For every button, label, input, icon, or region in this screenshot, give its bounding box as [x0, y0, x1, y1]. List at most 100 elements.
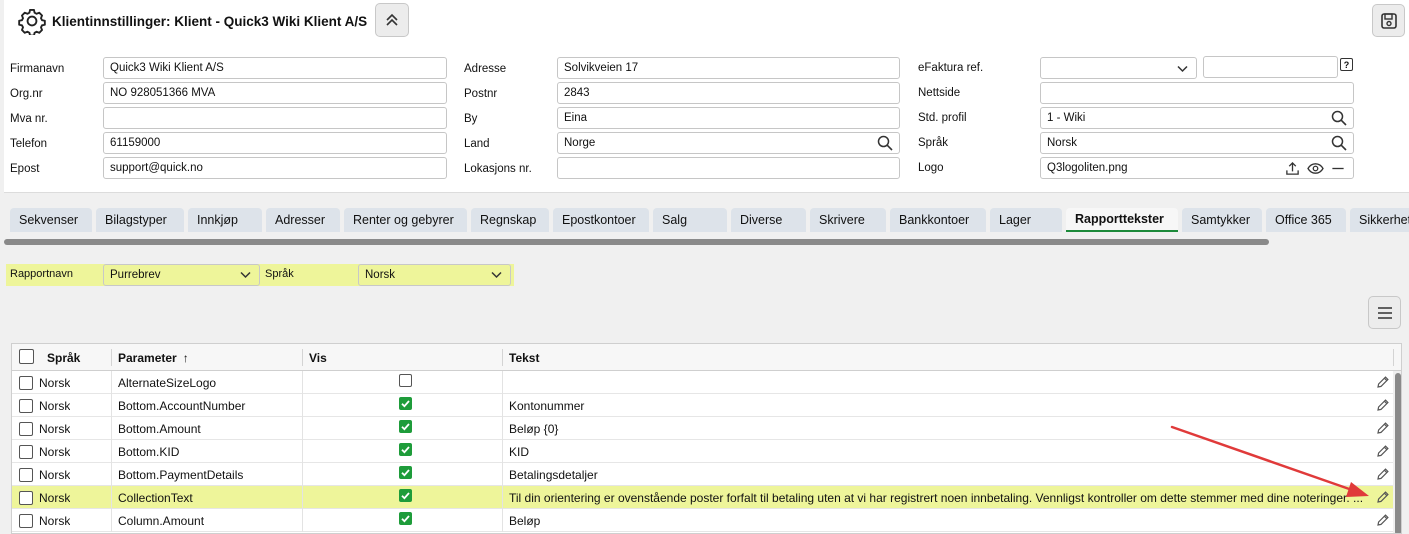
- row-text: Beløp {0}: [509, 421, 559, 436]
- vis-checkbox[interactable]: [399, 374, 412, 387]
- tab-sikkerhet[interactable]: Sikkerhet: [1350, 208, 1409, 232]
- tab-regnskap[interactable]: Regnskap: [471, 208, 549, 232]
- by-input[interactable]: Eina: [557, 107, 900, 129]
- vis-checkbox[interactable]: [399, 466, 412, 479]
- chevron-down-icon: [491, 271, 502, 279]
- efaktura-select[interactable]: [1040, 57, 1197, 79]
- pencil-edit-icon[interactable]: [1376, 490, 1390, 504]
- table-row[interactable]: Norsk Bottom.Amount Beløp {0}: [12, 417, 1393, 440]
- telefon-input[interactable]: 61159000: [103, 132, 447, 154]
- search-icon[interactable]: [1331, 135, 1347, 151]
- tab-sekvenser[interactable]: Sekvenser: [10, 208, 92, 232]
- tab-renter-og-gebyrer[interactable]: Renter og gebyrer: [344, 208, 467, 232]
- gear-icon: [18, 8, 46, 35]
- scrollbar-thumb[interactable]: [1395, 373, 1401, 533]
- logo-input[interactable]: Q3logoliten.png: [1040, 157, 1354, 179]
- search-icon[interactable]: [1331, 110, 1347, 126]
- table-row[interactable]: Norsk Bottom.AccountNumber Kontonummer: [12, 394, 1393, 417]
- column-header-sprak[interactable]: Språk: [47, 344, 80, 371]
- grid-vertical-scrollbar[interactable]: [1393, 371, 1401, 533]
- postnr-input[interactable]: 2843: [557, 82, 900, 104]
- table-row[interactable]: Norsk CollectionText Til din orientering e…: [12, 486, 1393, 509]
- column-separator: [1393, 349, 1394, 366]
- row-language: Norsk: [39, 421, 71, 436]
- upload-icon[interactable]: [1285, 161, 1300, 176]
- nettside-input[interactable]: [1040, 82, 1354, 104]
- tab-rapporttekster[interactable]: Rapporttekster: [1066, 208, 1178, 232]
- pencil-edit-icon[interactable]: [1376, 467, 1390, 481]
- checkmark-icon: [401, 446, 410, 454]
- nettside-label: Nettside: [918, 87, 961, 99]
- table-row[interactable]: Norsk Bottom.KID KID: [12, 440, 1393, 463]
- row-checkbox[interactable]: [19, 422, 33, 436]
- efaktura-ref-input[interactable]: [1203, 56, 1338, 78]
- vis-checkbox[interactable]: [399, 420, 412, 433]
- tab-skrivere[interactable]: Skrivere: [810, 208, 886, 232]
- tabs-horizontal-scrollbar[interactable]: [4, 239, 1269, 245]
- mvanr-input[interactable]: [103, 107, 447, 129]
- land-input[interactable]: Norge: [557, 132, 900, 154]
- std-profil-input[interactable]: 1 - Wiki: [1040, 107, 1354, 129]
- chevron-down-icon: [1177, 65, 1188, 73]
- row-checkbox[interactable]: [19, 514, 33, 528]
- tab-office-365[interactable]: Office 365: [1266, 208, 1346, 232]
- row-language: Norsk: [39, 398, 71, 413]
- tab-lager[interactable]: Lager: [990, 208, 1062, 232]
- row-checkbox[interactable]: [19, 376, 33, 390]
- collapse-button[interactable]: [375, 3, 409, 37]
- help-icon[interactable]: ?: [1340, 58, 1353, 71]
- tab-bilagstyper[interactable]: Bilagstyper: [96, 208, 184, 232]
- tab-bankkontoer[interactable]: Bankkontoer: [890, 208, 986, 232]
- table-row[interactable]: Norsk Bottom.PaymentDetails Betalingsdetal…: [12, 463, 1393, 486]
- pencil-edit-icon[interactable]: [1376, 398, 1390, 412]
- grid-menu-button[interactable]: [1368, 296, 1401, 329]
- select-all-checkbox[interactable]: [19, 349, 34, 364]
- grid-header: Språk Parameter ↑ Vis Tekst: [12, 344, 1401, 371]
- pencil-edit-icon[interactable]: [1376, 375, 1390, 389]
- sprak-input[interactable]: Norsk: [1040, 132, 1354, 154]
- column-divider: [502, 486, 503, 509]
- tab-epostkontoer[interactable]: Epostkontoer: [553, 208, 649, 232]
- pencil-edit-icon[interactable]: [1376, 421, 1390, 435]
- epost-label: Epost: [10, 163, 40, 175]
- tab-diverse[interactable]: Diverse: [731, 208, 806, 232]
- minus-icon[interactable]: [1331, 161, 1345, 176]
- epost-input[interactable]: support@quick.no: [103, 157, 447, 179]
- pencil-edit-icon[interactable]: [1376, 444, 1390, 458]
- vis-checkbox[interactable]: [399, 397, 412, 410]
- row-checkbox[interactable]: [19, 491, 33, 505]
- column-divider: [502, 463, 503, 486]
- pencil-edit-icon[interactable]: [1376, 513, 1390, 527]
- vis-checkbox[interactable]: [399, 489, 412, 502]
- logo-value: Q3logoliten.png: [1047, 162, 1128, 174]
- column-header-parameter[interactable]: Parameter ↑: [118, 344, 189, 371]
- tab-innkjop[interactable]: Innkjøp: [188, 208, 262, 232]
- vis-checkbox[interactable]: [399, 443, 412, 456]
- column-divider: [111, 417, 112, 440]
- column-header-tekst[interactable]: Tekst: [509, 344, 539, 371]
- row-checkbox[interactable]: [19, 445, 33, 459]
- column-header-vis[interactable]: Vis: [309, 344, 327, 371]
- table-row[interactable]: Norsk Column.Amount Beløp: [12, 509, 1393, 532]
- orgnr-input[interactable]: NO 928051366 MVA: [103, 82, 447, 104]
- row-checkbox[interactable]: [19, 399, 33, 413]
- row-text: Beløp: [509, 513, 541, 528]
- adresse-input[interactable]: Solvikveien 17: [557, 57, 900, 79]
- tab-adresser[interactable]: Adresser: [266, 208, 340, 232]
- tab-salg[interactable]: Salg: [653, 208, 727, 232]
- sprak-label: Språk: [918, 137, 949, 149]
- table-row[interactable]: Norsk AlternateSizeLogo: [12, 371, 1393, 394]
- lokasjonsnr-input[interactable]: [557, 157, 900, 179]
- eye-icon[interactable]: [1307, 161, 1324, 176]
- save-button[interactable]: [1372, 4, 1405, 37]
- vis-checkbox[interactable]: [399, 512, 412, 525]
- search-icon[interactable]: [877, 135, 893, 151]
- std-profil-value: 1 - Wiki: [1047, 112, 1086, 124]
- column-divider: [111, 509, 112, 532]
- row-checkbox[interactable]: [19, 468, 33, 482]
- tab-samtykker[interactable]: Samtykker: [1182, 208, 1262, 232]
- firmanavn-input[interactable]: Quick3 Wiki Klient A/S: [103, 57, 447, 79]
- row-text: Betalingsdetaljer: [509, 467, 598, 482]
- report-language-select[interactable]: Norsk: [358, 264, 511, 286]
- report-name-select[interactable]: Purrebrev: [103, 264, 260, 286]
